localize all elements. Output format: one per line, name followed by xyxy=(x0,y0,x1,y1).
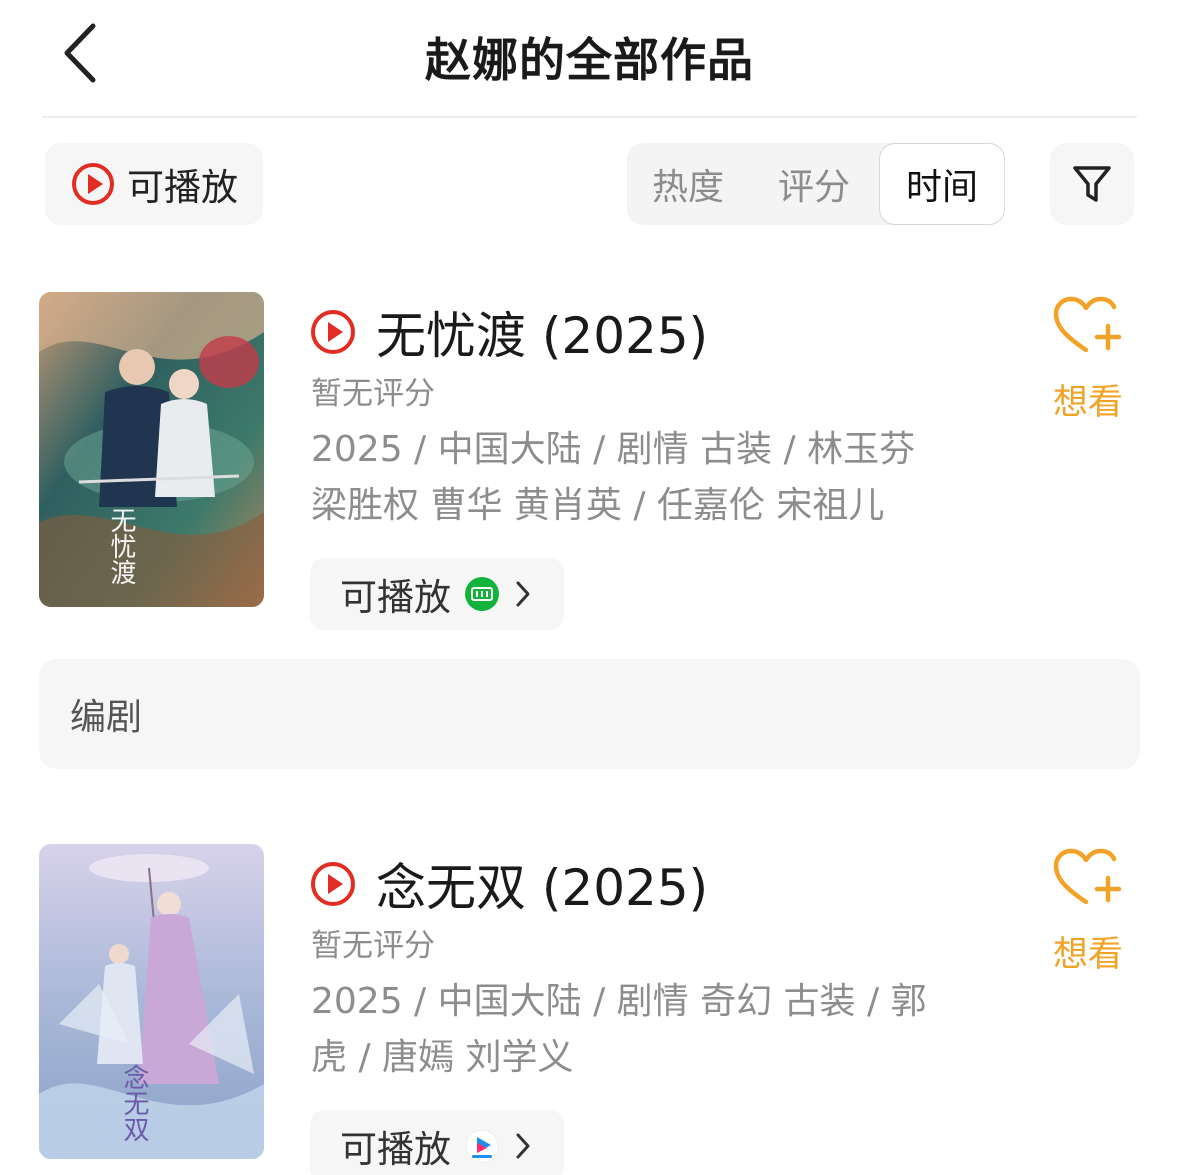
poster-overlay-text: 无忧渡 xyxy=(106,507,136,585)
heart-plus-icon xyxy=(1053,848,1122,905)
sort-tab-time[interactable]: 时间 xyxy=(879,143,1005,225)
play-circle-icon xyxy=(311,862,355,906)
movie-title-link[interactable]: 念无双 (2025) xyxy=(310,848,708,920)
want-to-watch-button[interactable]: 想看 xyxy=(1036,848,1140,978)
funnel-icon xyxy=(1073,166,1111,202)
role-section-header: 编剧 xyxy=(39,659,1140,769)
movie-meta: 2025 / 中国大陆 / 剧情 奇幻 古装 / 郭 虎 / 唐嫣 刘学义 xyxy=(311,974,971,1086)
sort-tab-popularity[interactable]: 热度 xyxy=(627,143,749,225)
want-to-watch-button[interactable]: 想看 xyxy=(1036,296,1140,426)
movie-poster[interactable]: 念无双 xyxy=(39,844,264,1159)
play-circle-icon xyxy=(72,163,114,205)
heart-plus-icon xyxy=(1053,296,1122,353)
play-circle-icon xyxy=(311,310,355,354)
poster-image: 念无双 xyxy=(39,844,264,1159)
movie-title: 念无双 (2025) xyxy=(376,859,709,917)
want-to-watch-label: 想看 xyxy=(1052,383,1123,423)
movie-rating: 暂无评分 xyxy=(311,928,435,964)
movie-meta: 2025 / 中国大陆 / 剧情 古装 / 林玉芬 梁胜权 曹华 黄肖英 / 任… xyxy=(311,422,971,534)
play-source-button[interactable]: 可播放 xyxy=(310,1110,564,1175)
movie-card: 无忧渡 无忧渡 (2025) 暂无评分 2025 / 中国大陆 / 剧情 古装 … xyxy=(0,292,1179,652)
header: 赵娜的全部作品 xyxy=(0,0,1179,118)
play-source-label: 可播放 xyxy=(340,576,451,619)
movie-title-link[interactable]: 无忧渡 (2025) xyxy=(310,296,708,368)
chevron-right-icon xyxy=(516,1133,530,1159)
sort-tab-rating[interactable]: 评分 xyxy=(753,143,875,225)
sort-tabs: 热度 评分 时间 xyxy=(627,143,1005,225)
play-source-button[interactable]: 可播放 xyxy=(310,558,564,630)
movie-title: 无忧渡 (2025) xyxy=(376,307,709,365)
header-divider xyxy=(42,116,1137,118)
youku-icon xyxy=(465,1129,499,1163)
playable-filter-label: 可播放 xyxy=(127,166,238,209)
movie-meta-line: 虎 / 唐嫣 刘学义 xyxy=(311,1037,574,1078)
poster-overlay-text: 念无双 xyxy=(119,1064,149,1142)
iqiyi-icon xyxy=(465,577,499,611)
page-title: 赵娜的全部作品 xyxy=(425,33,754,87)
movie-meta-line: 2025 / 中国大陆 / 剧情 古装 / 林玉芬 xyxy=(311,429,916,470)
movie-card: 念无双 念无双 (2025) 暂无评分 2025 / 中国大陆 / 剧情 奇幻 … xyxy=(0,844,1179,1175)
movie-meta-line: 2025 / 中国大陆 / 剧情 奇幻 古装 / 郭 xyxy=(311,981,927,1022)
role-section-label: 编剧 xyxy=(70,697,143,738)
movie-rating: 暂无评分 xyxy=(311,376,435,412)
movie-poster[interactable]: 无忧渡 xyxy=(39,292,264,607)
play-source-label: 可播放 xyxy=(340,1128,451,1171)
playable-filter-button[interactable]: 可播放 xyxy=(45,143,263,225)
chevron-right-icon xyxy=(516,581,530,607)
filmography-page: 赵娜的全部作品 可播放 热度 评分 时间 无忧渡 无忧渡 (2025) 暂无评分… xyxy=(0,0,1179,1175)
filter-button[interactable] xyxy=(1050,143,1134,225)
poster-image: 无忧渡 xyxy=(39,292,264,607)
movie-meta-line: 梁胜权 曹华 黄肖英 / 任嘉伦 宋祖儿 xyxy=(311,485,885,526)
want-to-watch-label: 想看 xyxy=(1052,935,1123,975)
